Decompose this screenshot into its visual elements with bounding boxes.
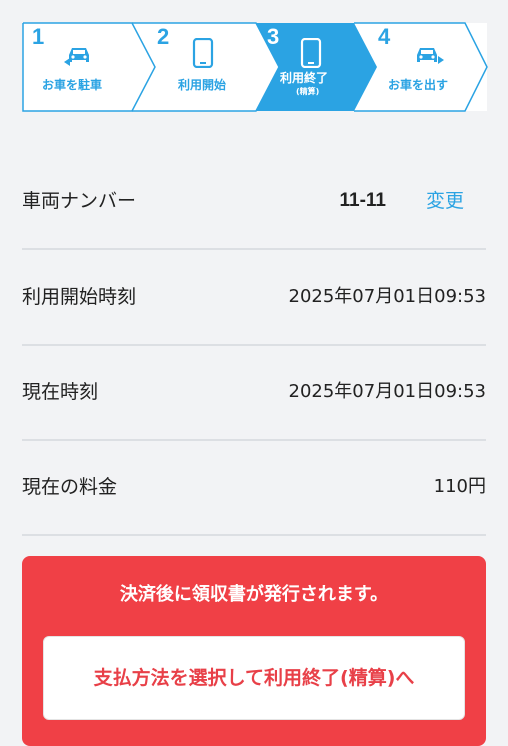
step-sublabel: (精算) xyxy=(296,87,320,96)
vehicle-number-value: 11-11 xyxy=(339,190,387,211)
change-vehicle-link[interactable]: 変更 xyxy=(426,154,464,248)
step-number: 2 xyxy=(157,24,170,49)
current-fee-row: 現在の料金 110円 xyxy=(22,440,486,536)
current-time-value: 2025年07月01日09:53 xyxy=(288,381,487,402)
step-number: 1 xyxy=(32,24,45,49)
select-payment-button[interactable]: 支払方法を選択して利用終了(精算)へ xyxy=(43,636,465,720)
receipt-note: 決済後に領収書が発行されます。 xyxy=(119,584,389,605)
current-time-row: 現在時刻 2025年07月01日09:53 xyxy=(22,345,486,441)
step-label: 利用終了 xyxy=(280,71,329,85)
step-3-active: 3 利用終了 (精算) xyxy=(262,22,372,112)
start-time-value: 2025年07月01日09:53 xyxy=(288,286,487,307)
step-label: 利用開始 xyxy=(178,78,227,92)
step-number: 3 xyxy=(267,24,280,49)
step-number: 4 xyxy=(378,24,391,49)
smartphone-icon xyxy=(296,37,326,69)
step-2: 2 利用開始 xyxy=(142,22,262,112)
step-label: お車を駐車 xyxy=(42,78,103,92)
smartphone-icon xyxy=(188,37,218,69)
current-fee-value: 110円 xyxy=(433,476,486,497)
current-fee-label: 現在の料金 xyxy=(22,476,118,498)
current-time-label: 現在時刻 xyxy=(22,381,99,403)
vehicle-number-row: 車両ナンバー 11-11 変更 xyxy=(22,154,486,250)
step-4: 4 お車を出す xyxy=(372,22,488,112)
progress-stepper: 1 お車を駐車 2 利用開始 3 利用終了 (精算) 4 お車を出す xyxy=(22,22,488,112)
start-time-label: 利用開始時刻 xyxy=(22,286,137,308)
vehicle-number-label: 車両ナンバー xyxy=(22,190,137,212)
payment-panel: 決済後に領収書が発行されます。 支払方法を選択して利用終了(精算)へ xyxy=(22,556,486,746)
car-park-icon xyxy=(64,38,94,68)
step-1: 1 お車を駐車 xyxy=(22,22,142,112)
start-time-row: 利用開始時刻 2025年07月01日09:53 xyxy=(22,250,486,346)
car-exit-icon xyxy=(414,38,444,68)
step-label: お車を出す xyxy=(388,78,449,92)
